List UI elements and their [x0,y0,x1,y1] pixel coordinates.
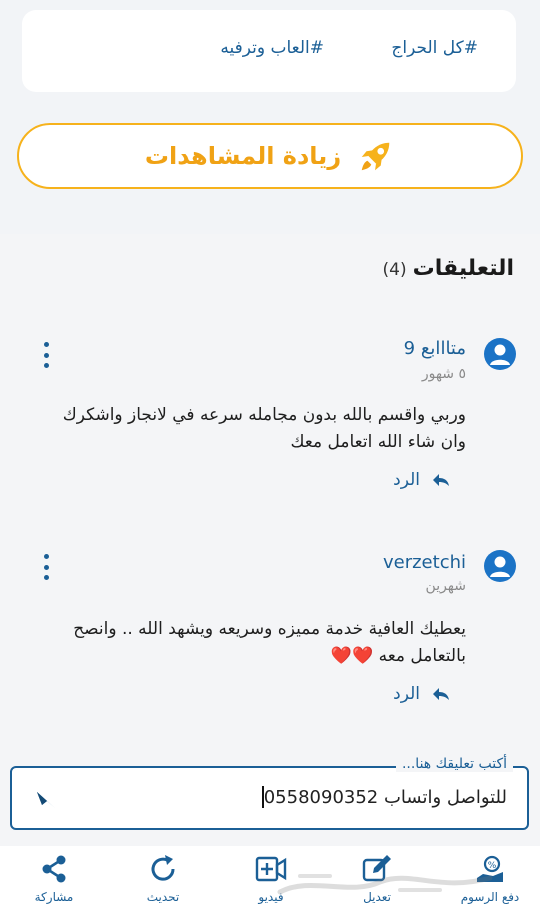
more-options-icon[interactable] [38,554,54,580]
comment-body-line: وان شاء الله اتعامل معك [290,432,466,452]
comment-time: شهرين [425,578,466,594]
reply-button[interactable]: الرد [393,470,450,490]
comment-body: يعطيك العافية خدمة مميزه وسريعه ويشهد ال… [26,616,466,670]
user-avatar-icon[interactable] [484,338,516,370]
comment-item: verzetchi شهرين يعطيك العافية خدمة مميزه… [0,548,540,718]
boost-views-button[interactable]: زيادة المشاهدات [17,123,523,189]
nav-share[interactable]: مشاركة [14,852,94,904]
comments-count: (4) [382,260,407,280]
comment-body: وربي واقسم بالله بدون مجامله سرعه في لان… [26,402,466,456]
rocket-icon [361,142,390,171]
refresh-icon [151,855,175,881]
comment-author[interactable]: verzetchi [383,552,466,573]
nav-label: تحديث [146,890,180,904]
user-avatar-icon[interactable] [484,550,516,582]
nav-label: مشاركة [34,890,74,904]
tag-all-haraj[interactable]: #كل الحراج [391,38,478,58]
reply-button[interactable]: الرد [393,684,450,704]
comments-header: التعليقات (4) [383,256,514,281]
reply-label: الرد [393,684,420,704]
send-icon[interactable] [34,788,58,812]
reply-icon [433,474,449,486]
haraj-watermark-logo [277,874,493,895]
comment-input[interactable]: أكتب تعليقك هنا... للتواصل واتساب 055809… [10,756,529,830]
reply-icon [433,688,449,700]
nav-refresh[interactable]: تحديث [123,852,203,904]
comments-title: التعليقات [412,256,514,281]
share-icon [42,855,66,883]
comment-time: ٥ شهور [421,366,466,382]
tags-card: #كل الحراج #العاب وترفيه [22,10,516,92]
text-caret [261,786,264,808]
comment-input-value-wrap[interactable]: للتواصل واتساب 0558090352 [261,786,507,808]
more-options-icon[interactable] [38,342,54,368]
comment-input-label: أكتب تعليقك هنا... [395,756,513,772]
comment-body-line: وربي واقسم بالله بدون مجامله سرعه في لان… [62,405,466,425]
comment-author[interactable]: متااابع 9 [404,338,466,359]
comment-body-line: بالتعامل معه ❤️❤️ [330,646,466,666]
comment-item: متااابع 9 ٥ شهور وربي واقسم بالله بدون م… [0,334,540,504]
reply-label: الرد [393,470,420,490]
comment-input-value[interactable]: للتواصل واتساب 0558090352 [264,787,507,808]
comment-body-line: يعطيك العافية خدمة مميزه وسريعه ويشهد ال… [73,619,466,639]
boost-views-label: زيادة المشاهدات [144,142,342,170]
tag-games-entertainment[interactable]: #العاب وترفيه [220,38,324,58]
